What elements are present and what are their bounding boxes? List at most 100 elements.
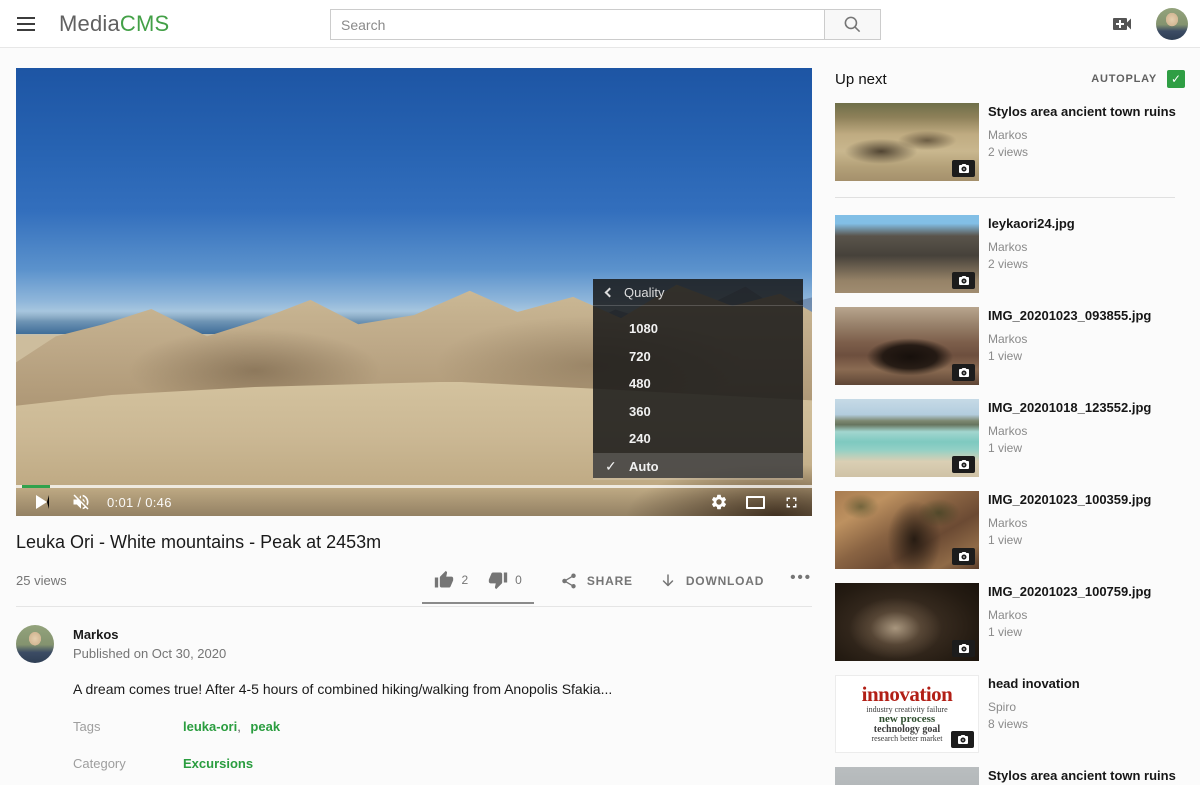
quality-option-720[interactable]: 720 <box>593 343 803 371</box>
up-next-item-title[interactable]: IMG_20201023_093855.jpg <box>988 308 1151 325</box>
user-avatar[interactable] <box>1156 8 1188 40</box>
up-next-item[interactable]: leykaori24.jpgMarkos2 views <box>835 215 1185 293</box>
video-thumbnail[interactable] <box>835 767 979 785</box>
camera-icon <box>958 275 970 287</box>
video-thumbnail[interactable]: innovationindustry creativity failurenew… <box>835 675 979 753</box>
up-next-item[interactable]: Stylos area ancient town ruins <box>835 767 1185 785</box>
quality-menu-back[interactable]: Quality <box>593 279 803 306</box>
play-button[interactable] <box>36 495 49 509</box>
up-next-title: Up next <box>835 71 887 88</box>
author-name[interactable]: Markos <box>73 627 226 642</box>
search-button[interactable] <box>825 9 881 40</box>
tag-link-peak[interactable]: peak <box>250 719 280 734</box>
category-link[interactable]: Excursions <box>183 756 253 771</box>
meta-row: 25 views 2 0 <box>16 567 812 607</box>
quality-option-label: 240 <box>629 431 651 446</box>
video-player[interactable]: Quality 1080 720 480360 240 ✓Auto 0:01 / 0:4… <box>16 68 812 516</box>
top-bar: MediaCMS <box>0 0 1200 48</box>
up-next-item-title[interactable]: Stylos area ancient town ruins <box>988 104 1176 121</box>
video-description: A dream comes true! After 4-5 hours of c… <box>73 681 814 697</box>
like-button[interactable]: 2 <box>434 570 468 590</box>
up-next-item-title[interactable]: IMG_20201023_100359.jpg <box>988 492 1151 509</box>
autoplay-checkbox[interactable]: ✓ <box>1167 70 1185 88</box>
time-display: 0:01 / 0:46 <box>107 495 172 510</box>
thumb-down-icon <box>488 570 508 590</box>
logo-cms: CMS <box>120 11 170 36</box>
main-content: Quality 1080 720 480360 240 ✓Auto 0:01 / 0:4… <box>0 48 830 785</box>
quality-option-auto[interactable]: ✓Auto <box>593 453 803 481</box>
like-count: 2 <box>461 573 468 587</box>
camera-icon <box>958 643 970 655</box>
camera-icon <box>958 551 970 563</box>
up-next-sidebar: Up next AUTOPLAY ✓ Stylos area ancient t… <box>830 48 1195 785</box>
up-next-item[interactable]: IMG_20201018_123552.jpgMarkos1 view <box>835 399 1185 477</box>
upload-media-button[interactable] <box>1110 12 1134 36</box>
menu-icon[interactable] <box>17 13 37 35</box>
up-next-item-title[interactable]: Stylos area ancient town ruins <box>988 768 1176 785</box>
up-next-item-views: 1 view <box>988 625 1151 639</box>
video-thumbnail[interactable] <box>835 583 979 661</box>
view-count: 25 views <box>16 573 67 588</box>
quality-option-480[interactable]: 480 <box>593 370 803 398</box>
quality-menu-title: Quality <box>624 285 664 300</box>
up-next-item-views: 1 view <box>988 349 1151 363</box>
up-next-item-author: Markos <box>988 516 1151 530</box>
settings-button[interactable] <box>710 493 728 511</box>
video-thumbnail[interactable] <box>835 215 979 293</box>
up-next-item[interactable]: Stylos area ancient town ruinsMarkos2 vi… <box>835 103 1185 181</box>
video-thumbnail[interactable] <box>835 103 979 181</box>
up-next-item[interactable]: IMG_20201023_093855.jpgMarkos1 view <box>835 307 1185 385</box>
tags-row: Tags leuka-ori, peak <box>73 719 814 734</box>
tags-list: leuka-ori, peak <box>183 719 280 734</box>
up-next-item[interactable]: IMG_20201023_100759.jpgMarkos1 view <box>835 583 1185 661</box>
autoplay-label: AUTOPLAY <box>1091 73 1157 85</box>
up-next-item-title[interactable]: IMG_20201023_100759.jpg <box>988 584 1151 601</box>
dislike-count: 0 <box>515 573 522 587</box>
download-icon <box>659 572 677 590</box>
video-upload-icon <box>1110 12 1134 36</box>
quality-option-240[interactable]: 240 <box>593 425 803 453</box>
up-next-item[interactable]: IMG_20201023_100359.jpgMarkos1 view <box>835 491 1185 569</box>
quality-option-label: Auto <box>629 459 659 474</box>
tag-separator: , <box>237 719 244 734</box>
video-thumbnail[interactable] <box>835 491 979 569</box>
theater-icon <box>746 496 765 509</box>
share-button[interactable]: SHARE <box>560 572 633 590</box>
media-type-image-badge <box>952 364 975 381</box>
mute-button[interactable] <box>71 492 91 512</box>
up-next-item-title[interactable]: IMG_20201018_123552.jpg <box>988 400 1151 417</box>
media-type-image-badge <box>951 731 974 748</box>
fullscreen-button[interactable] <box>783 494 800 511</box>
search-input[interactable] <box>330 9 825 40</box>
more-options-button[interactable]: ••• <box>790 569 812 586</box>
category-row: Category Excursions <box>73 756 814 771</box>
video-thumbnail[interactable] <box>835 307 979 385</box>
tags-label: Tags <box>73 719 183 734</box>
quality-option-label: 720 <box>629 349 651 364</box>
up-next-item-author: Markos <box>988 240 1075 254</box>
up-next-item-title[interactable]: head inovation <box>988 676 1080 693</box>
check-icon: ✓ <box>1171 72 1181 86</box>
up-next-item-title[interactable]: leykaori24.jpg <box>988 216 1075 233</box>
quality-option-360[interactable]: 360 <box>593 398 803 426</box>
fullscreen-icon <box>783 494 800 511</box>
media-type-image-badge <box>952 456 975 473</box>
theater-mode-button[interactable] <box>746 496 765 509</box>
quality-option-1080[interactable]: 1080 <box>593 315 803 343</box>
up-next-item-author: Spiro <box>988 700 1080 714</box>
quality-option-label: 1080 <box>629 321 658 336</box>
tag-link-leuka-ori[interactable]: leuka-ori <box>183 719 237 734</box>
dislike-button[interactable]: 0 <box>488 570 522 590</box>
camera-icon <box>958 459 970 471</box>
up-next-item-views: 2 views <box>988 145 1176 159</box>
download-button[interactable]: DOWNLOAD <box>659 572 764 590</box>
author-avatar[interactable] <box>16 625 54 663</box>
quality-menu: Quality 1080 720 480360 240 ✓Auto <box>593 279 803 478</box>
video-thumbnail[interactable] <box>835 399 979 477</box>
up-next-item-views: 8 views <box>988 717 1080 731</box>
up-next-item-views: 1 view <box>988 441 1151 455</box>
up-next-item[interactable]: innovationindustry creativity failurenew… <box>835 675 1185 753</box>
download-label: DOWNLOAD <box>686 574 764 588</box>
chevron-left-icon <box>605 287 615 297</box>
logo[interactable]: MediaCMS <box>59 11 169 37</box>
